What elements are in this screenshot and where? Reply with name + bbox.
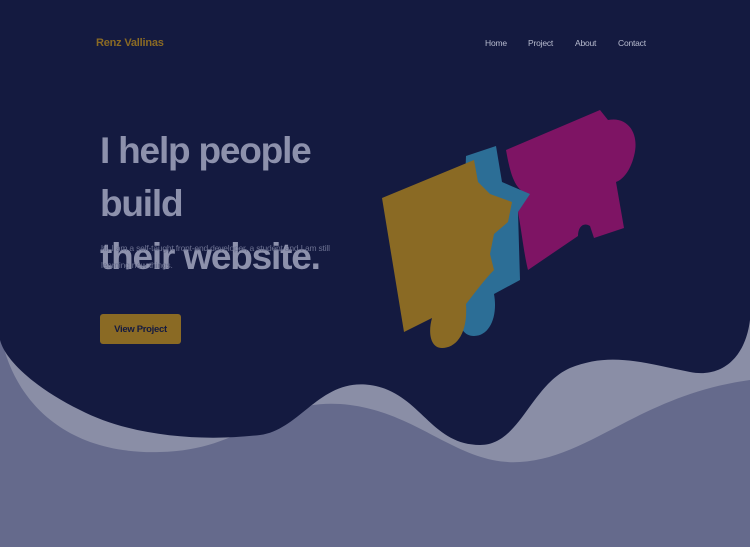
puzzle-piece-magenta (506, 110, 636, 270)
nav-project[interactable]: Project (528, 38, 553, 48)
puzzle-pieces-illustration (382, 110, 636, 348)
nav-home[interactable]: Home (485, 38, 507, 48)
nav-contact[interactable]: Contact (618, 38, 646, 48)
nav-about[interactable]: About (575, 38, 596, 48)
view-project-button[interactable]: View Project (100, 314, 181, 344)
hero-title-line1: I help people build (100, 130, 312, 224)
site-logo[interactable]: Renz Vallinas (96, 37, 164, 49)
hero-subtitle: hi, I am a self-taught front-end develop… (101, 243, 330, 270)
